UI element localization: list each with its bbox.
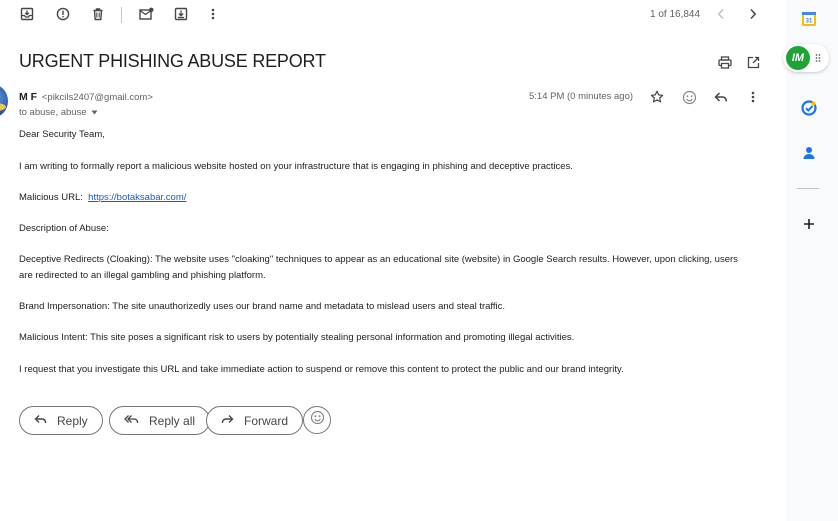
email-paragraph: I am writing to formally report a malici…: [19, 161, 573, 172]
description-heading: Description of Abuse:: [19, 223, 109, 234]
reply-button[interactable]: Reply: [19, 406, 103, 435]
reply-all-label: Reply all: [149, 413, 196, 428]
newer-chevron-left-icon[interactable]: [712, 5, 730, 23]
email-greeting: Dear Security Team,: [19, 129, 105, 140]
delete-icon[interactable]: [89, 5, 107, 23]
malicious-url-link[interactable]: https://botaksabar.com/: [88, 192, 186, 203]
forward-icon: [221, 414, 234, 428]
forward-button[interactable]: Forward: [206, 406, 304, 435]
forward-label: Forward: [244, 413, 289, 428]
pagination-count: 1 of 16,844: [650, 9, 701, 20]
sender-info: M F <pikcils2407@gmail.com>: [19, 91, 153, 103]
sender-name[interactable]: M F: [19, 91, 37, 103]
contacts-icon[interactable]: [800, 144, 818, 162]
side-panel-rail: [786, 0, 838, 521]
caret-down-icon: [91, 107, 98, 118]
reply-icon: [34, 414, 47, 428]
report-spam-icon[interactable]: [54, 5, 72, 23]
email-paragraph: Deceptive Redirects (Cloaking): The webs…: [19, 254, 738, 281]
reply-all-button[interactable]: Reply all: [109, 406, 211, 435]
reply-label: Reply: [57, 413, 88, 428]
email-paragraph: Brand Impersonation: The site unauthoriz…: [19, 301, 506, 312]
recipients-dropdown[interactable]: to abuse, abuse: [19, 107, 98, 118]
tasks-icon[interactable]: [800, 99, 818, 117]
mark-unread-icon[interactable]: [137, 5, 155, 23]
open-in-new-window-icon[interactable]: [744, 53, 762, 71]
reply-all-icon: [124, 414, 139, 428]
email-paragraph: I request that you investigate this URL …: [19, 364, 624, 375]
move-to-icon[interactable]: [172, 5, 190, 23]
calendar-icon[interactable]: 31: [800, 10, 818, 28]
extension-im-icon[interactable]: IM: [786, 46, 810, 70]
message-toolbar: 1 of 16,844: [0, 0, 786, 30]
calendar-day: 31: [806, 19, 813, 25]
email-subject: URGENT PHISHING ABUSE REPORT: [19, 51, 326, 71]
email-paragraph: Malicious Intent: This site poses a sign…: [19, 332, 575, 343]
malicious-url-line: Malicious URL: https://botaksabar.com/: [19, 190, 759, 206]
star-icon[interactable]: [648, 88, 666, 106]
url-label: Malicious URL:: [19, 192, 83, 203]
sender-avatar[interactable]: [0, 85, 8, 117]
add-reaction-icon[interactable]: [680, 88, 698, 106]
toolbar-divider: [121, 7, 122, 23]
reply-arrow-icon[interactable]: [712, 88, 730, 106]
older-chevron-right-icon[interactable]: [744, 5, 762, 23]
emoji-reaction-button[interactable]: [303, 406, 331, 434]
rail-divider: [797, 188, 819, 189]
email-timestamp: 5:14 PM (0 minutes ago): [529, 91, 634, 102]
more-vert-icon[interactable]: [204, 5, 222, 23]
add-icon[interactable]: [800, 215, 818, 233]
message-more-vert-icon[interactable]: [744, 88, 762, 106]
sender-email: <pikcils2407@gmail.com>: [41, 92, 153, 103]
recipients-text: to abuse, abuse: [19, 107, 87, 118]
print-icon[interactable]: [716, 53, 734, 71]
emoji-icon: [310, 410, 325, 430]
drag-handle-icon[interactable]: [814, 51, 822, 65]
archive-icon[interactable]: [18, 5, 36, 23]
main-pane: 1 of 16,844 URGENT PHISHING ABUSE REPORT…: [0, 0, 786, 521]
